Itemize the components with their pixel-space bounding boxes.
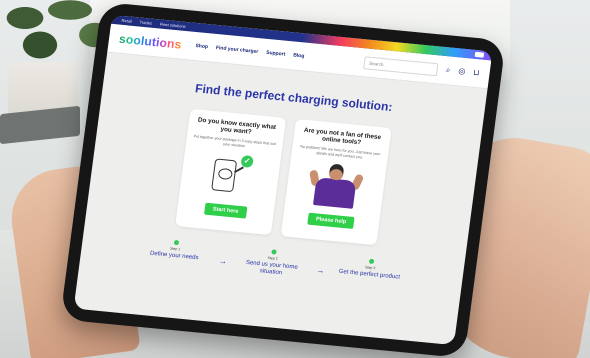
cart-icon[interactable]: ⊔ (473, 68, 480, 78)
arrow-right-icon: → (218, 256, 228, 266)
support-person-photo (303, 157, 369, 210)
phone-doodle-icon (211, 158, 238, 193)
tablet-screen: Retail Trades Fleet solutions soolutions… (73, 14, 493, 346)
topbar-link-retail[interactable]: Retail (121, 18, 132, 24)
step-dot-icon (368, 258, 374, 265)
brand-logo[interactable]: soolutions (118, 32, 182, 52)
account-icon[interactable]: ◎ (458, 66, 466, 76)
photo-scene: Retail Trades Fleet solutions soolutions… (0, 0, 590, 358)
please-help-button[interactable]: Please help (307, 212, 355, 229)
step-1: Step 1 Define your needs (139, 237, 211, 263)
search-icon[interactable]: ⌕ (445, 65, 451, 74)
search-input[interactable]: Search (363, 55, 439, 76)
nav-links: Shop Find your charger Support Blog (195, 43, 305, 59)
flag-icon[interactable] (474, 51, 485, 58)
step-dot-icon (173, 239, 179, 246)
check-icon: ✓ (240, 155, 254, 169)
topbar-link-fleet[interactable]: Fleet solutions (160, 22, 186, 29)
nav-blog[interactable]: Blog (293, 52, 305, 59)
tablet-device: Retail Trades Fleet solutions soolutions… (60, 1, 506, 358)
start-here-button[interactable]: Start here (204, 202, 248, 219)
step-dot-icon (270, 249, 277, 255)
card-self-service: Do you know exactly what you want? Put t… (175, 108, 287, 236)
step-2: Step 2 Send us your home situation (236, 246, 309, 279)
nav-shop[interactable]: Shop (195, 43, 208, 50)
topbar-link-trades[interactable]: Trades (139, 20, 152, 26)
phone-illustration: ✓ (201, 152, 260, 197)
nav-find-charger[interactable]: Find your charger (215, 45, 258, 55)
option-cards: Do you know exactly what you want? Put t… (86, 100, 482, 254)
step-3: Step 3 Get the perfect product (334, 255, 406, 281)
card-assisted: Are you not a fan of these online tools?… (280, 118, 392, 246)
nav-support[interactable]: Support (266, 50, 286, 58)
arrow-right-icon: → (315, 265, 326, 276)
